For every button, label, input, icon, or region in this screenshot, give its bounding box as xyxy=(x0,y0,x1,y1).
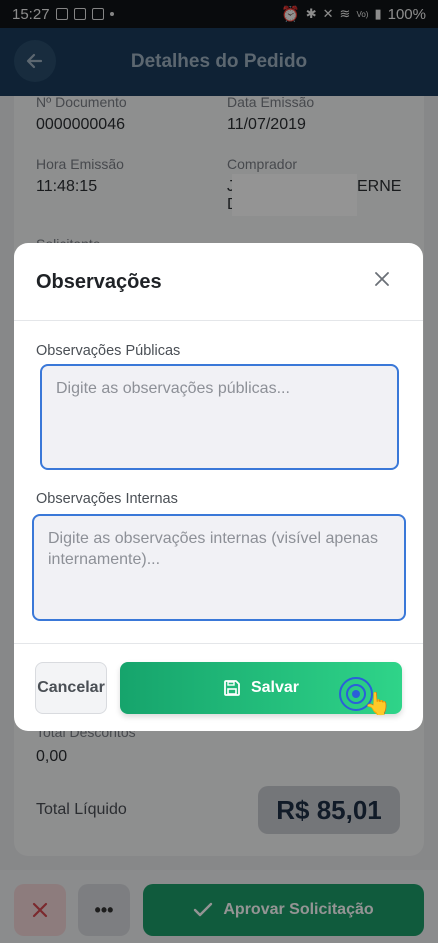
modal-title: Observações xyxy=(36,271,162,293)
close-icon xyxy=(375,272,389,286)
close-button[interactable] xyxy=(370,267,394,291)
observacoes-internas-input[interactable] xyxy=(32,514,406,621)
save-icon xyxy=(224,680,240,696)
internas-label: Observações Internas xyxy=(36,491,178,507)
tap-indicator-inner xyxy=(346,684,366,704)
observacoes-modal: Observações Observações Públicas Observa… xyxy=(14,243,423,731)
pointer-hand-icon: 👆 xyxy=(364,691,392,716)
modal-footer-divider xyxy=(14,643,423,644)
publicas-label: Observações Públicas xyxy=(36,343,181,359)
tap-indicator-dot xyxy=(352,690,360,698)
cancel-button[interactable]: Cancelar xyxy=(35,662,107,714)
modal-header-divider xyxy=(14,320,423,321)
observacoes-publicas-input[interactable] xyxy=(40,364,399,470)
save-label: Salvar xyxy=(250,679,300,696)
